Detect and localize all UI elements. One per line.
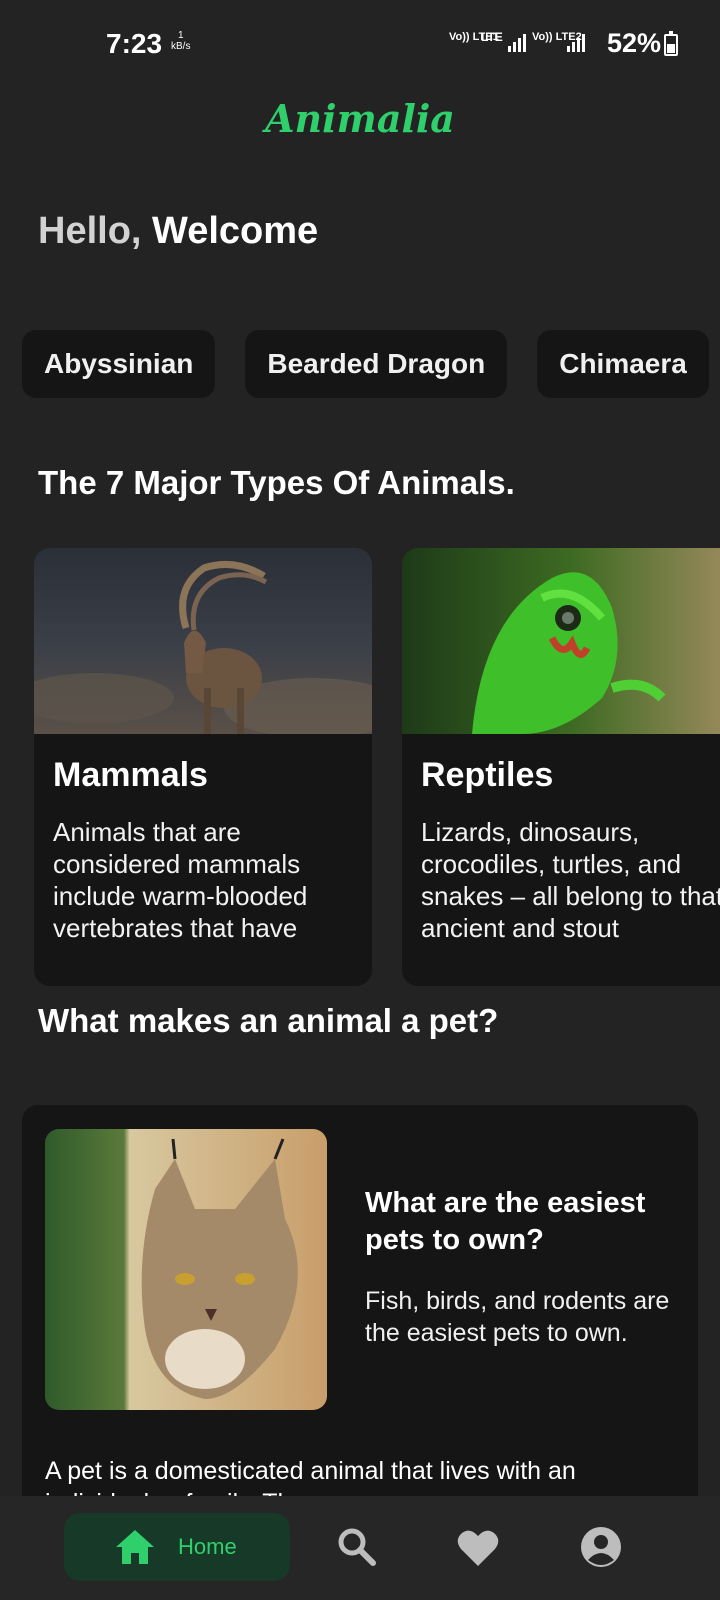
greeting-hello: Hello, <box>38 210 142 252</box>
types-section-title: The 7 Major Types Of Animals. <box>38 464 515 501</box>
heart-icon[interactable] <box>456 1528 500 1568</box>
lynx-image <box>45 1129 327 1410</box>
battery-icon <box>664 31 678 56</box>
chip-bearded-dragon[interactable]: Bearded Dragon <box>245 330 508 398</box>
nav-home-button[interactable]: Home <box>64 1513 290 1581</box>
reptiles-image <box>402 548 720 734</box>
app-title: Animalia <box>265 96 455 141</box>
card-reptiles[interactable]: Reptiles Lizards, dinosaurs, crocodiles,… <box>402 548 720 986</box>
card-description: Animals that are considered mammals incl… <box>53 817 308 943</box>
pet-answer: Fish, birds, and rodents are the easiest… <box>365 1287 670 1347</box>
nav-home-label: Home <box>178 1534 237 1559</box>
greeting-welcome: Welcome <box>141 210 319 252</box>
lte-label: LTE <box>481 30 503 44</box>
chip-chimaera[interactable]: Chimaera <box>537 330 709 398</box>
pet-card[interactable]: What are the easiest pets to own? Fish, … <box>22 1105 698 1525</box>
card-title: Mammals <box>53 756 208 794</box>
status-bar: 7:23 1 kB/s Vo)) LTE1 LTE Vo)) LTE2 52% <box>0 0 720 90</box>
signal-bars-2-icon <box>567 34 587 52</box>
greeting: Hello, Welcome <box>38 210 318 253</box>
card-mammals[interactable]: Mammals Animals that are considered mamm… <box>34 548 372 986</box>
account-icon[interactable] <box>580 1526 622 1568</box>
chip-abyssinian[interactable]: Abyssinian <box>22 330 216 398</box>
net-speed: 1 kB/s <box>171 30 191 52</box>
signal-bars-1-icon <box>508 34 528 52</box>
bottom-navigation: Home <box>0 1496 720 1600</box>
status-time: 7:23 <box>106 28 163 59</box>
battery-percent: 52% <box>607 28 662 58</box>
breed-chips[interactable]: Abyssinian Bearded Dragon Chimaera <box>22 330 720 400</box>
animal-types-carousel[interactable]: Mammals Animals that are considered mamm… <box>34 548 720 988</box>
search-icon[interactable] <box>337 1527 377 1567</box>
pet-question: What are the easiest pets to own? <box>365 1187 646 1256</box>
home-icon <box>116 1530 154 1564</box>
mammals-image <box>34 548 372 734</box>
card-description: Lizards, dinosaurs, crocodiles, turtles,… <box>421 817 720 943</box>
pet-section-title: What makes an animal a pet? <box>38 1002 499 1039</box>
card-title: Reptiles <box>421 756 554 794</box>
